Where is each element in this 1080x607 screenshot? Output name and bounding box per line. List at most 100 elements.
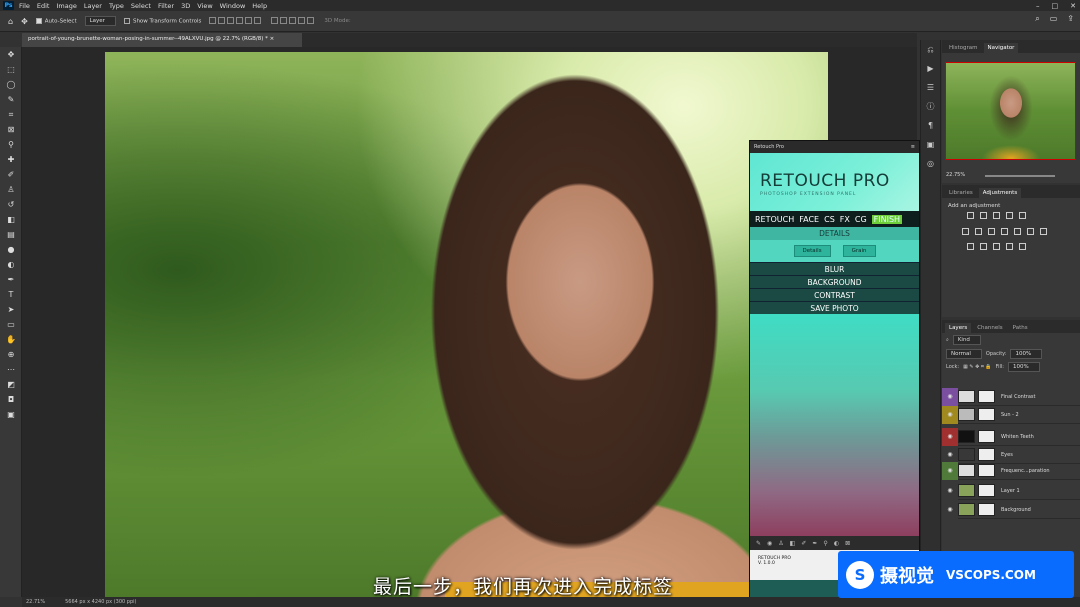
- quick-select-tool-icon[interactable]: ✎: [0, 92, 22, 107]
- tool-icon[interactable]: ◉: [767, 540, 772, 547]
- selective-color-icon[interactable]: [1006, 243, 1013, 250]
- navigator-thumbnail[interactable]: [945, 62, 1076, 160]
- tab-face[interactable]: FACE: [799, 215, 819, 224]
- hand-tool-icon[interactable]: ✋: [0, 332, 22, 347]
- distribute-icons[interactable]: [271, 16, 316, 26]
- channel-mixer-icon[interactable]: [1027, 228, 1034, 235]
- auto-select-checkbox[interactable]: Auto-Select: [35, 17, 77, 24]
- eyedropper-tool-icon[interactable]: ⚲: [0, 137, 22, 152]
- align-middle-icon[interactable]: [245, 16, 253, 24]
- invert-icon[interactable]: [967, 243, 974, 250]
- pen-tool-icon[interactable]: ✒: [0, 272, 22, 287]
- kind-dropdown[interactable]: Kind: [952, 335, 981, 345]
- move-tool-icon[interactable]: ✥: [0, 47, 22, 62]
- crop-tool-icon[interactable]: ⌗: [0, 107, 22, 122]
- menu-help[interactable]: Help: [252, 2, 267, 10]
- blur-tool-icon[interactable]: ●: [0, 242, 22, 257]
- menu-edit[interactable]: Edit: [37, 2, 50, 10]
- gradient-icon[interactable]: [1019, 243, 1026, 250]
- align-left-icon[interactable]: [209, 16, 217, 24]
- type-tool-icon[interactable]: T: [0, 287, 22, 302]
- eye-icon[interactable]: ◉: [947, 433, 952, 440]
- brightness-icon[interactable]: [967, 212, 974, 219]
- eraser-tool-icon[interactable]: ◧: [0, 212, 22, 227]
- frame-tool-icon[interactable]: ⊠: [0, 122, 22, 137]
- properties-icon[interactable]: ☰: [921, 78, 940, 97]
- layer-row[interactable]: ◉ Sun - 2: [942, 405, 1080, 424]
- eye-icon[interactable]: ◉: [947, 467, 952, 474]
- gradient-map-icon[interactable]: [1019, 212, 1026, 219]
- tool-icon[interactable]: ♙: [778, 540, 783, 547]
- maximize-icon[interactable]: □: [1052, 2, 1059, 10]
- lock-icons[interactable]: ▦ ✎ ✥ ⌗ 🔒: [963, 364, 992, 370]
- tool-icon[interactable]: ✐: [801, 540, 806, 547]
- document-photo[interactable]: [105, 52, 828, 597]
- share-icon[interactable]: ⇪: [1067, 14, 1074, 24]
- tab-channels[interactable]: Channels: [973, 323, 1006, 333]
- vibrance-icon[interactable]: [962, 228, 969, 235]
- tool-icon[interactable]: ◐: [834, 540, 839, 547]
- layer-row[interactable]: ◉ Layer 1: [942, 481, 1080, 500]
- hue-sat-icon[interactable]: [975, 228, 982, 235]
- blend-mode-dropdown[interactable]: Normal: [946, 348, 982, 359]
- distribute-icon[interactable]: [307, 16, 315, 24]
- image-icon[interactable]: ▣: [921, 135, 940, 154]
- fill-value[interactable]: 100%: [1007, 361, 1040, 372]
- background-section[interactable]: BACKGROUND: [750, 275, 919, 288]
- tab-finish[interactable]: FINISH: [871, 214, 903, 224]
- menu-3d[interactable]: 3D: [181, 2, 190, 10]
- marquee-tool-icon[interactable]: ⬚: [0, 62, 22, 77]
- layer-row[interactable]: ◉ Frequenc...paration: [942, 461, 1080, 480]
- eye-icon[interactable]: ◉: [947, 487, 952, 494]
- navigator-zoom-slider[interactable]: [985, 175, 1055, 177]
- close-icon[interactable]: ✕: [1070, 2, 1076, 10]
- levels-icon[interactable]: [980, 212, 987, 219]
- workspace-icon[interactable]: ▭: [1050, 14, 1058, 24]
- menu-window[interactable]: Window: [220, 2, 246, 10]
- path-select-icon[interactable]: ➤: [0, 302, 22, 317]
- menu-image[interactable]: Image: [56, 2, 76, 10]
- layer-row[interactable]: ◉ Final Contrast: [942, 387, 1080, 406]
- screen-mode-icon[interactable]: ▣: [0, 407, 22, 422]
- extension-icon[interactable]: ◎: [921, 154, 940, 173]
- layer-row[interactable]: ◉ Whiten Teeth: [942, 427, 1080, 446]
- history-brush-icon[interactable]: ↺: [0, 197, 22, 212]
- history-icon[interactable]: ⎌: [921, 40, 940, 59]
- status-zoom[interactable]: 22.71%: [26, 599, 45, 605]
- details-button[interactable]: Details: [793, 245, 831, 257]
- character-icon[interactable]: ¶: [921, 116, 940, 135]
- auto-select-target-dropdown[interactable]: Layer: [84, 16, 116, 26]
- menu-file[interactable]: File: [19, 2, 30, 10]
- minimize-icon[interactable]: –: [1036, 2, 1040, 10]
- close-tab-icon[interactable]: ×: [270, 36, 275, 42]
- eye-icon[interactable]: ◉: [947, 506, 952, 513]
- tab-histogram[interactable]: Histogram: [945, 43, 982, 53]
- bw-icon[interactable]: [1001, 228, 1008, 235]
- tool-icon[interactable]: ⊠: [845, 540, 850, 547]
- document-tab[interactable]: portrait-of-young-brunette-woman-posing-…: [22, 33, 302, 47]
- curves-icon[interactable]: [993, 212, 1000, 219]
- tab-fx[interactable]: FX: [840, 215, 850, 224]
- brush-tool-icon[interactable]: ✐: [0, 167, 22, 182]
- stamp-tool-icon[interactable]: ♙: [0, 182, 22, 197]
- menu-filter[interactable]: Filter: [158, 2, 174, 10]
- details-section[interactable]: DETAILS: [750, 227, 919, 240]
- search-icon[interactable]: ⌕: [1035, 14, 1039, 24]
- align-icons[interactable]: [209, 16, 263, 26]
- home-icon[interactable]: ⌂: [8, 17, 13, 26]
- threshold-icon[interactable]: [993, 243, 1000, 250]
- panel-menu-icon[interactable]: ≡: [911, 144, 915, 150]
- align-right-icon[interactable]: [227, 16, 235, 24]
- healing-brush-icon[interactable]: ✚: [0, 152, 22, 167]
- show-transform-checkbox[interactable]: Show Transform Controls: [123, 17, 201, 24]
- menu-view[interactable]: View: [197, 2, 212, 10]
- menu-layer[interactable]: Layer: [84, 2, 102, 10]
- menu-type[interactable]: Type: [109, 2, 124, 10]
- blur-section[interactable]: BLUR: [750, 262, 919, 275]
- info-icon[interactable]: ⓘ: [921, 97, 940, 116]
- save-photo-section[interactable]: SAVE PHOTO: [750, 301, 919, 314]
- distribute-icon[interactable]: [271, 16, 279, 24]
- color-balance-icon[interactable]: [988, 228, 995, 235]
- contrast-section[interactable]: CONTRAST: [750, 288, 919, 301]
- tab-cg[interactable]: CG: [855, 215, 867, 224]
